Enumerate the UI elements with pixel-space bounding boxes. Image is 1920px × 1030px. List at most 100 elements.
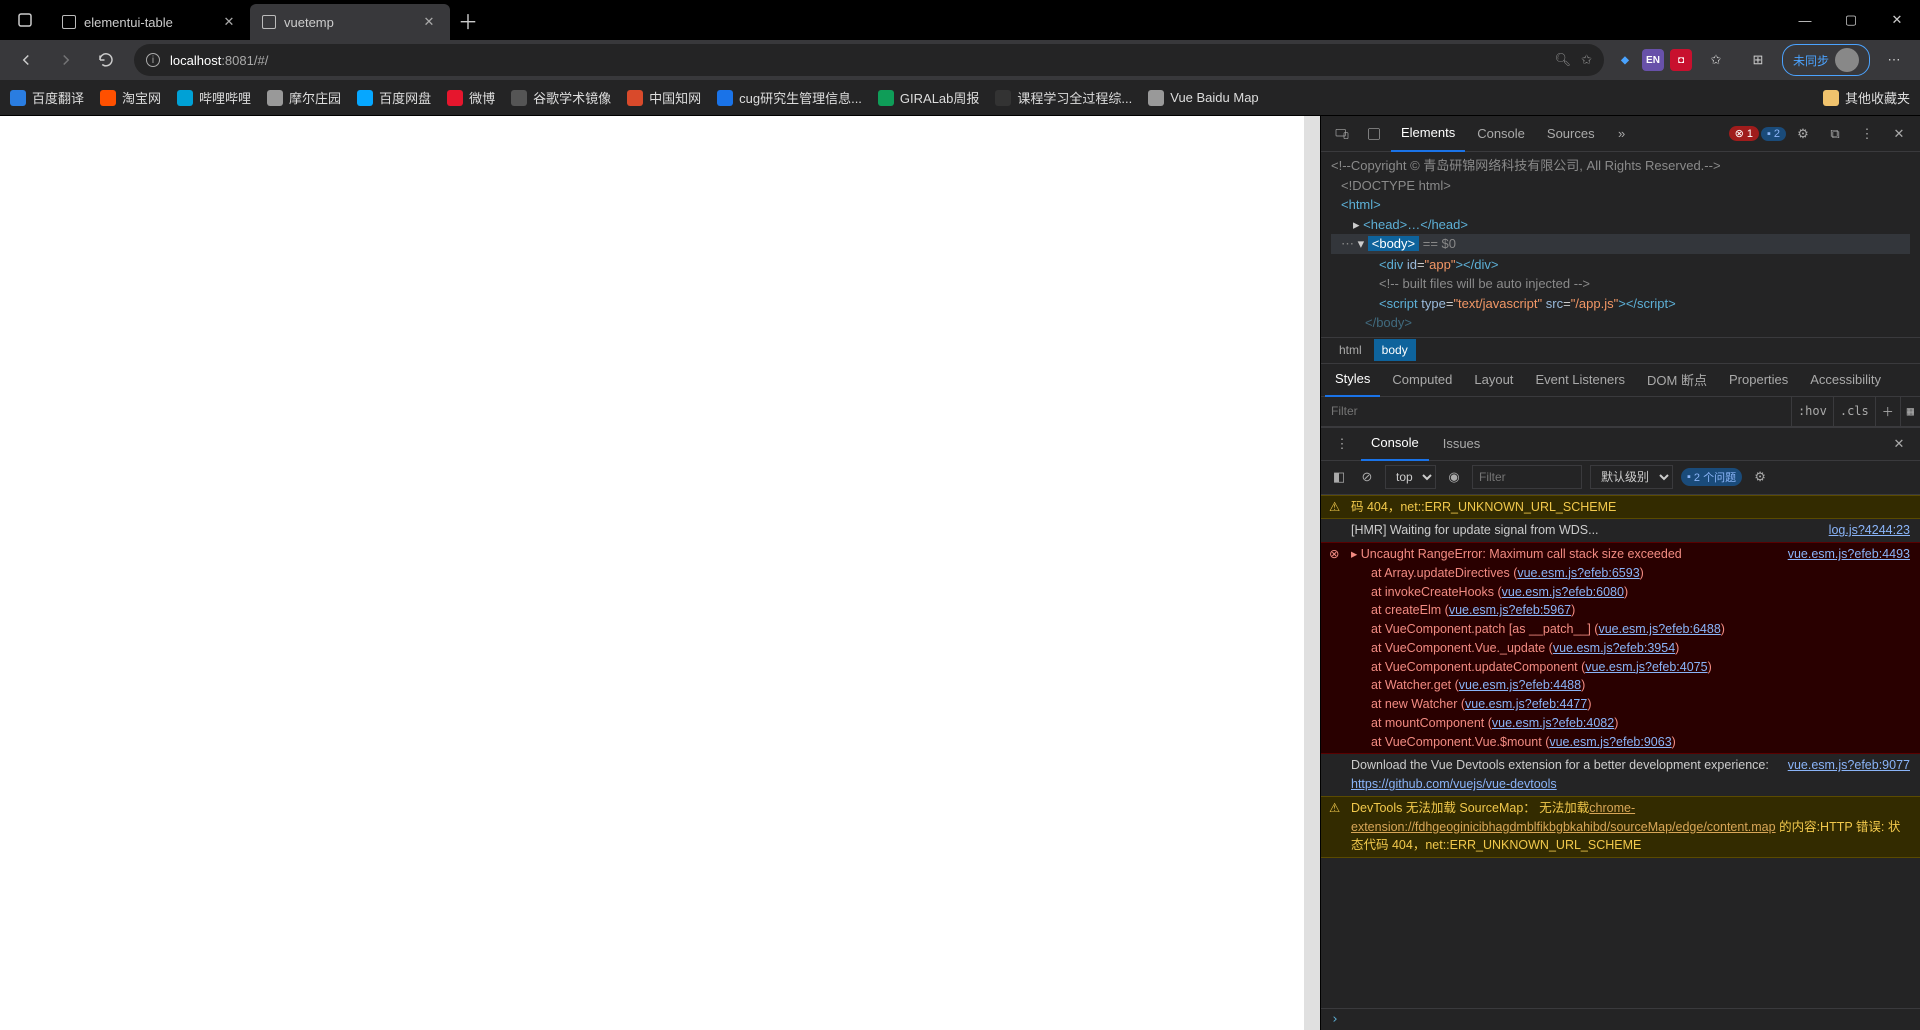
bookmark-item[interactable]: 微博 — [447, 88, 495, 107]
close-icon[interactable]: ✕ — [1884, 116, 1914, 152]
browser-tab-0[interactable]: elementui-table ✕ — [50, 4, 250, 40]
page-content[interactable] — [0, 116, 1320, 1030]
tab-accessibility[interactable]: Accessibility — [1800, 363, 1891, 397]
styles-tabs: Styles Computed Layout Event Listeners D… — [1321, 363, 1920, 397]
clear-icon[interactable]: ⊘ — [1357, 459, 1377, 495]
bookmark-item[interactable]: 中国知网 — [627, 88, 701, 107]
kebab-icon[interactable]: ⋮ — [1327, 426, 1357, 462]
devtools-tabs: Elements Console Sources » ⊗ 1 ▪ 2 ⚙ ⧉ ⋮… — [1321, 116, 1920, 152]
close-icon[interactable]: ✕ — [220, 13, 238, 31]
close-icon[interactable]: ✕ — [1884, 426, 1914, 462]
more-tabs-icon[interactable]: » — [1607, 116, 1637, 152]
source-link[interactable]: vue.esm.js?efeb:6593 — [1517, 566, 1639, 580]
bookmark-item[interactable]: cug研究生管理信息... — [717, 88, 862, 107]
bookmark-item[interactable]: Vue Baidu Map — [1148, 88, 1258, 107]
inspect-icon[interactable] — [1359, 116, 1389, 152]
tab-computed[interactable]: Computed — [1382, 363, 1462, 397]
menu-icon[interactable]: ⋯ — [1876, 44, 1912, 76]
tab-dom-breakpoints[interactable]: DOM 断点 — [1637, 363, 1717, 397]
drawer-tab-issues[interactable]: Issues — [1433, 427, 1491, 461]
zoom-icon[interactable]: 🔍︎ — [1555, 52, 1572, 68]
other-bookmarks[interactable]: 其他收藏夹 — [1823, 88, 1910, 107]
dom-tag[interactable]: <html> — [1341, 197, 1381, 212]
console-filter-input[interactable] — [1472, 465, 1582, 489]
tab-event-listeners[interactable]: Event Listeners — [1525, 363, 1635, 397]
source-link[interactable]: vue.esm.js?efeb:6488 — [1598, 622, 1720, 636]
crumb-body[interactable]: body — [1374, 339, 1416, 361]
source-link[interactable]: log.js?4244:23 — [1829, 521, 1910, 540]
source-link[interactable]: vue.esm.js?efeb:4477 — [1465, 697, 1587, 711]
bookmark-item[interactable]: 淘宝网 — [100, 88, 161, 107]
devtools-link[interactable]: https://github.com/vuejs/vue-devtools — [1351, 777, 1557, 791]
extension-icon[interactable]: ◘ — [1670, 49, 1692, 71]
source-link[interactable]: vue.esm.js?efeb:6080 — [1502, 585, 1624, 599]
bookmark-item[interactable]: 课程学习全过程综... — [995, 88, 1132, 107]
bookmark-item[interactable]: 哔哩哔哩 — [177, 88, 251, 107]
kebab-icon[interactable]: ⋮ — [1852, 116, 1882, 152]
dock-icon[interactable]: ⧉ — [1820, 116, 1850, 152]
device-toggle-icon[interactable] — [1327, 116, 1357, 152]
favicon-icon — [717, 90, 733, 106]
gear-icon[interactable]: ⚙ — [1750, 459, 1770, 495]
back-button[interactable] — [8, 44, 44, 76]
styles-filter-input[interactable] — [1321, 404, 1791, 418]
cls-toggle[interactable]: .cls — [1833, 397, 1875, 426]
maximize-button[interactable]: ▢ — [1828, 0, 1874, 40]
close-button[interactable]: ✕ — [1874, 0, 1920, 40]
issues-button[interactable]: ▪ 2 个问题 — [1681, 468, 1742, 486]
sync-button[interactable]: 未同步 — [1782, 44, 1870, 76]
bookmark-item[interactable]: 百度网盘 — [357, 88, 431, 107]
source-link[interactable]: vue.esm.js?efeb:3954 — [1553, 641, 1675, 655]
console-log[interactable]: 码 404，net::ERR_UNKNOWN_URL_SCHEME [HMR] … — [1321, 495, 1920, 1009]
dom-selected-row[interactable]: ⋯ ▾ <body> == $0 — [1331, 234, 1910, 254]
favicon-icon — [267, 90, 283, 106]
source-link[interactable]: vue.esm.js?efeb:4488 — [1459, 678, 1581, 692]
source-link[interactable]: vue.esm.js?efeb:4075 — [1585, 660, 1707, 674]
info-icon[interactable]: i — [146, 53, 160, 67]
issue-badge[interactable]: ▪ 2 — [1761, 127, 1786, 141]
favorites-icon[interactable]: ✩ — [1698, 44, 1734, 76]
computed-sidebar-icon[interactable]: ▦ — [1900, 397, 1920, 426]
new-tab-button[interactable]: ＋ — [450, 2, 486, 38]
tab-console[interactable]: Console — [1467, 116, 1535, 152]
close-icon[interactable]: ✕ — [420, 13, 438, 31]
eye-icon[interactable]: ◉ — [1444, 459, 1464, 495]
source-link[interactable]: vue.esm.js?efeb:9077 — [1788, 756, 1910, 775]
level-select[interactable]: 默认级别 — [1590, 465, 1673, 489]
browser-tab-1[interactable]: vuetemp ✕ — [250, 4, 450, 40]
minimize-button[interactable]: — — [1782, 0, 1828, 40]
forward-button[interactable] — [48, 44, 84, 76]
extension-icon[interactable]: ◆ — [1614, 49, 1636, 71]
tab-layout[interactable]: Layout — [1464, 363, 1523, 397]
context-select[interactable]: top — [1385, 465, 1436, 489]
tab-elements[interactable]: Elements — [1391, 116, 1465, 152]
bookmark-item[interactable]: 谷歌学术镜像 — [511, 88, 611, 107]
collections-icon[interactable]: ⊞ — [1740, 44, 1776, 76]
address-bar[interactable]: i localhost:8081/#/ 🔍︎ ✩ — [134, 44, 1604, 76]
bookmark-item[interactable]: 摩尔庄园 — [267, 88, 341, 107]
dom-tree[interactable]: <!--Copyright © 青岛研锦网络科技有限公司, All Rights… — [1321, 152, 1920, 337]
star-icon[interactable]: ✩ — [1581, 52, 1592, 68]
source-link[interactable]: vue.esm.js?efeb:5967 — [1449, 603, 1571, 617]
dom-tag[interactable]: <head>…</head> — [1363, 217, 1468, 232]
console-prompt[interactable]: › — [1321, 1008, 1920, 1030]
source-link[interactable]: vue.esm.js?efeb:4082 — [1492, 716, 1614, 730]
reload-button[interactable] — [88, 44, 124, 76]
tab-styles[interactable]: Styles — [1325, 363, 1380, 397]
bookmark-item[interactable]: 百度翻译 — [10, 88, 84, 107]
add-style-icon[interactable]: ＋ — [1875, 397, 1900, 426]
crumb-html[interactable]: html — [1331, 339, 1370, 361]
extension-icon[interactable]: EN — [1642, 49, 1664, 71]
gear-icon[interactable]: ⚙ — [1788, 116, 1818, 152]
app-icon[interactable] — [0, 12, 50, 28]
tab-sources[interactable]: Sources — [1537, 116, 1605, 152]
log-row: [HMR] Waiting for update signal from WDS… — [1321, 519, 1920, 542]
tab-properties[interactable]: Properties — [1719, 363, 1798, 397]
source-link[interactable]: vue.esm.js?efeb:4493 — [1788, 545, 1910, 564]
error-badge[interactable]: ⊗ 1 — [1729, 126, 1759, 141]
bookmark-item[interactable]: GIRALab周报 — [878, 88, 979, 107]
source-link[interactable]: vue.esm.js?efeb:9063 — [1549, 735, 1671, 749]
sidebar-toggle-icon[interactable]: ◧ — [1329, 459, 1349, 495]
hov-toggle[interactable]: :hov — [1791, 397, 1833, 426]
drawer-tab-console[interactable]: Console — [1361, 427, 1429, 461]
